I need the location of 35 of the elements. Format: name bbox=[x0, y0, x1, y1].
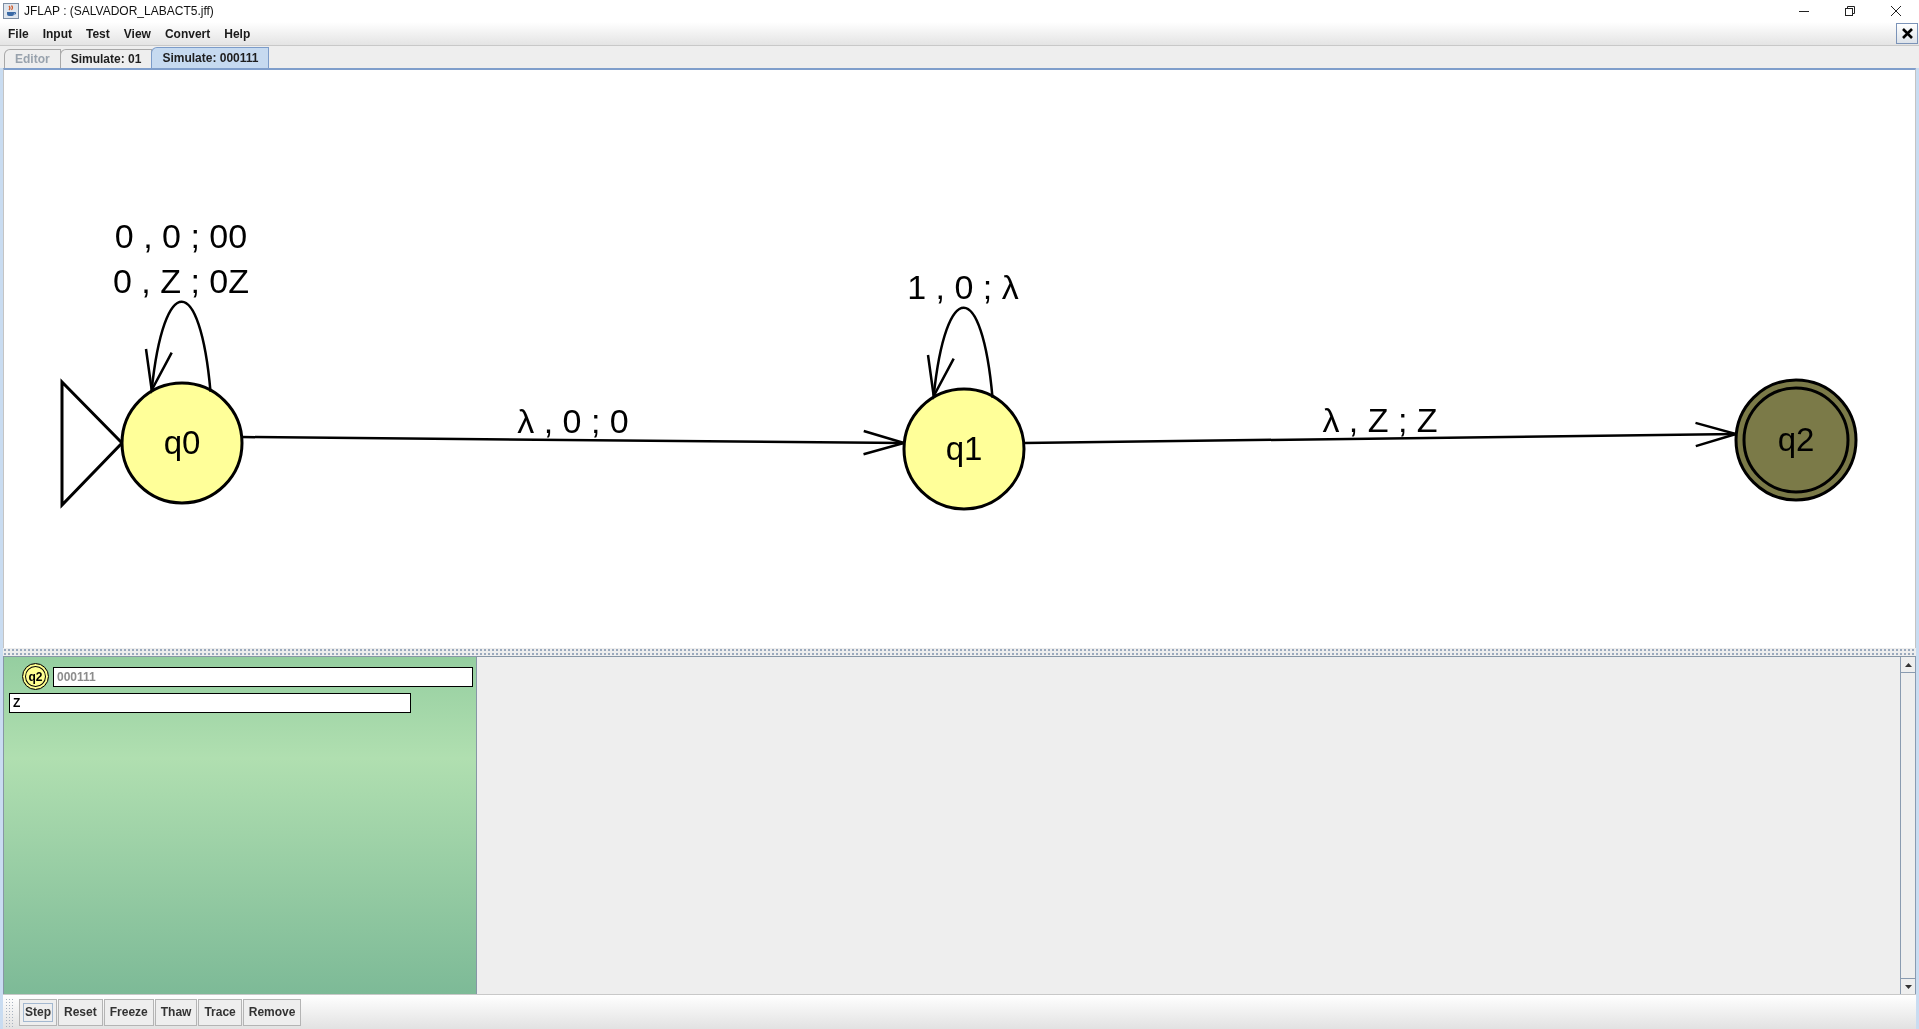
toolbar-button[interactable]: Trace bbox=[198, 998, 242, 1026]
coffee-cup-icon bbox=[3, 3, 19, 19]
restore-icon bbox=[1845, 6, 1855, 16]
menu-item[interactable]: Help bbox=[217, 24, 258, 43]
state-node: q0 bbox=[120, 381, 244, 505]
stack-tape: Z bbox=[9, 693, 411, 713]
menu-item[interactable]: File bbox=[1, 24, 36, 43]
transition-label: 0 , Z ; 0Z bbox=[113, 262, 249, 300]
transition-label: 1 , 0 ; λ bbox=[907, 268, 1019, 306]
transition-label: λ , Z ; Z bbox=[1322, 400, 1438, 439]
menu-item[interactable]: Input bbox=[35, 24, 79, 43]
toolbar-button[interactable]: Freeze bbox=[103, 998, 154, 1026]
menu-item[interactable]: View bbox=[116, 24, 158, 43]
close-panel-button[interactable] bbox=[1896, 23, 1918, 44]
input-tape: 000111 bbox=[53, 666, 473, 687]
configuration-panel[interactable]: q2 000111 Z bbox=[3, 657, 477, 994]
toolbar-button[interactable]: Step bbox=[19, 998, 57, 1026]
minimize-icon bbox=[1799, 10, 1809, 12]
transition-label: λ , 0 ; 0 bbox=[517, 402, 629, 440]
state-node: q1 bbox=[902, 387, 1026, 511]
tab[interactable]: Simulate: 000111 bbox=[151, 47, 270, 68]
menu-item[interactable]: Convert bbox=[157, 24, 218, 43]
close-icon bbox=[1901, 28, 1913, 39]
toolbar-button[interactable]: Remove bbox=[242, 998, 302, 1026]
scrollbar[interactable] bbox=[1900, 657, 1916, 994]
toolbar-button[interactable]: Reset bbox=[58, 998, 103, 1026]
caret-down-icon bbox=[1904, 984, 1912, 989]
transition-label: 0 , 0 ; 00 bbox=[114, 217, 248, 255]
caret-up-icon bbox=[1904, 662, 1912, 667]
state-node: q2 bbox=[1734, 378, 1858, 502]
splitter-handle[interactable] bbox=[3, 648, 1916, 656]
toolbar-button[interactable]: Thaw bbox=[154, 998, 198, 1026]
close-icon bbox=[1891, 6, 1901, 16]
menu-item[interactable]: Test bbox=[79, 24, 117, 43]
window-title: JFLAP : (SALVADOR_LABACT5.jff) bbox=[24, 3, 214, 20]
